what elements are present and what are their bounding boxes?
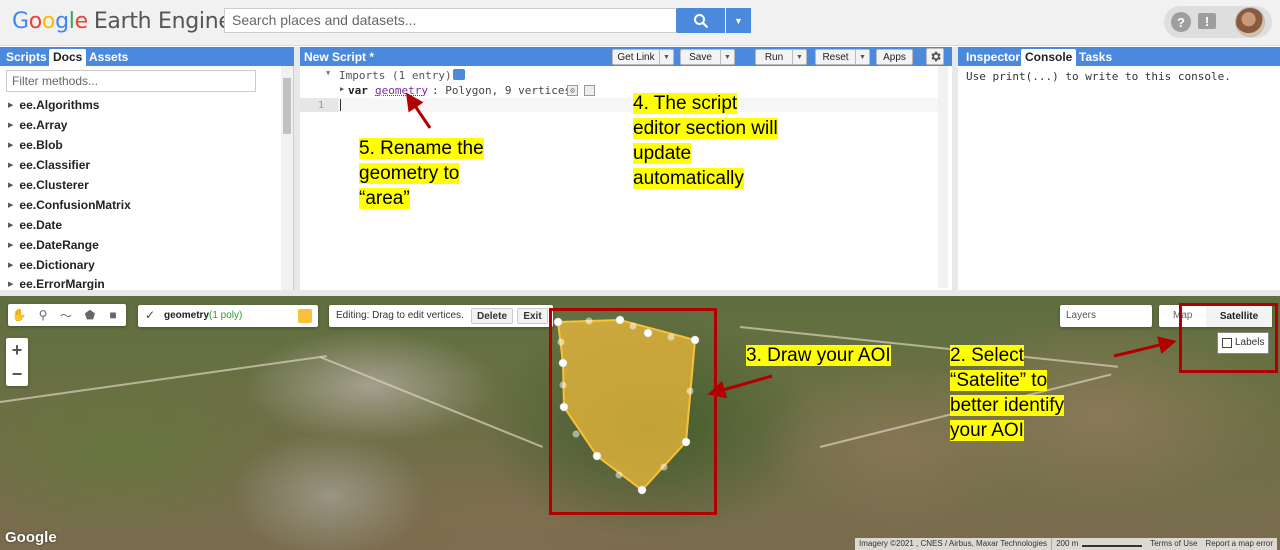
arrow-to-aoi [707,374,773,399]
arrow-to-geometry [405,92,432,129]
annotation-step4: 4. The script editor section will update… [633,93,778,189]
annotation-step2: 2. Select “Satelite” to better identify … [950,345,1065,441]
arrow-to-satellite [1113,336,1177,358]
annotation-step5: 5. Rename the geometry to “area” [359,138,484,209]
annotation-step3: 3. Draw your AOI [746,345,891,366]
annotation-arrows [405,92,1177,399]
